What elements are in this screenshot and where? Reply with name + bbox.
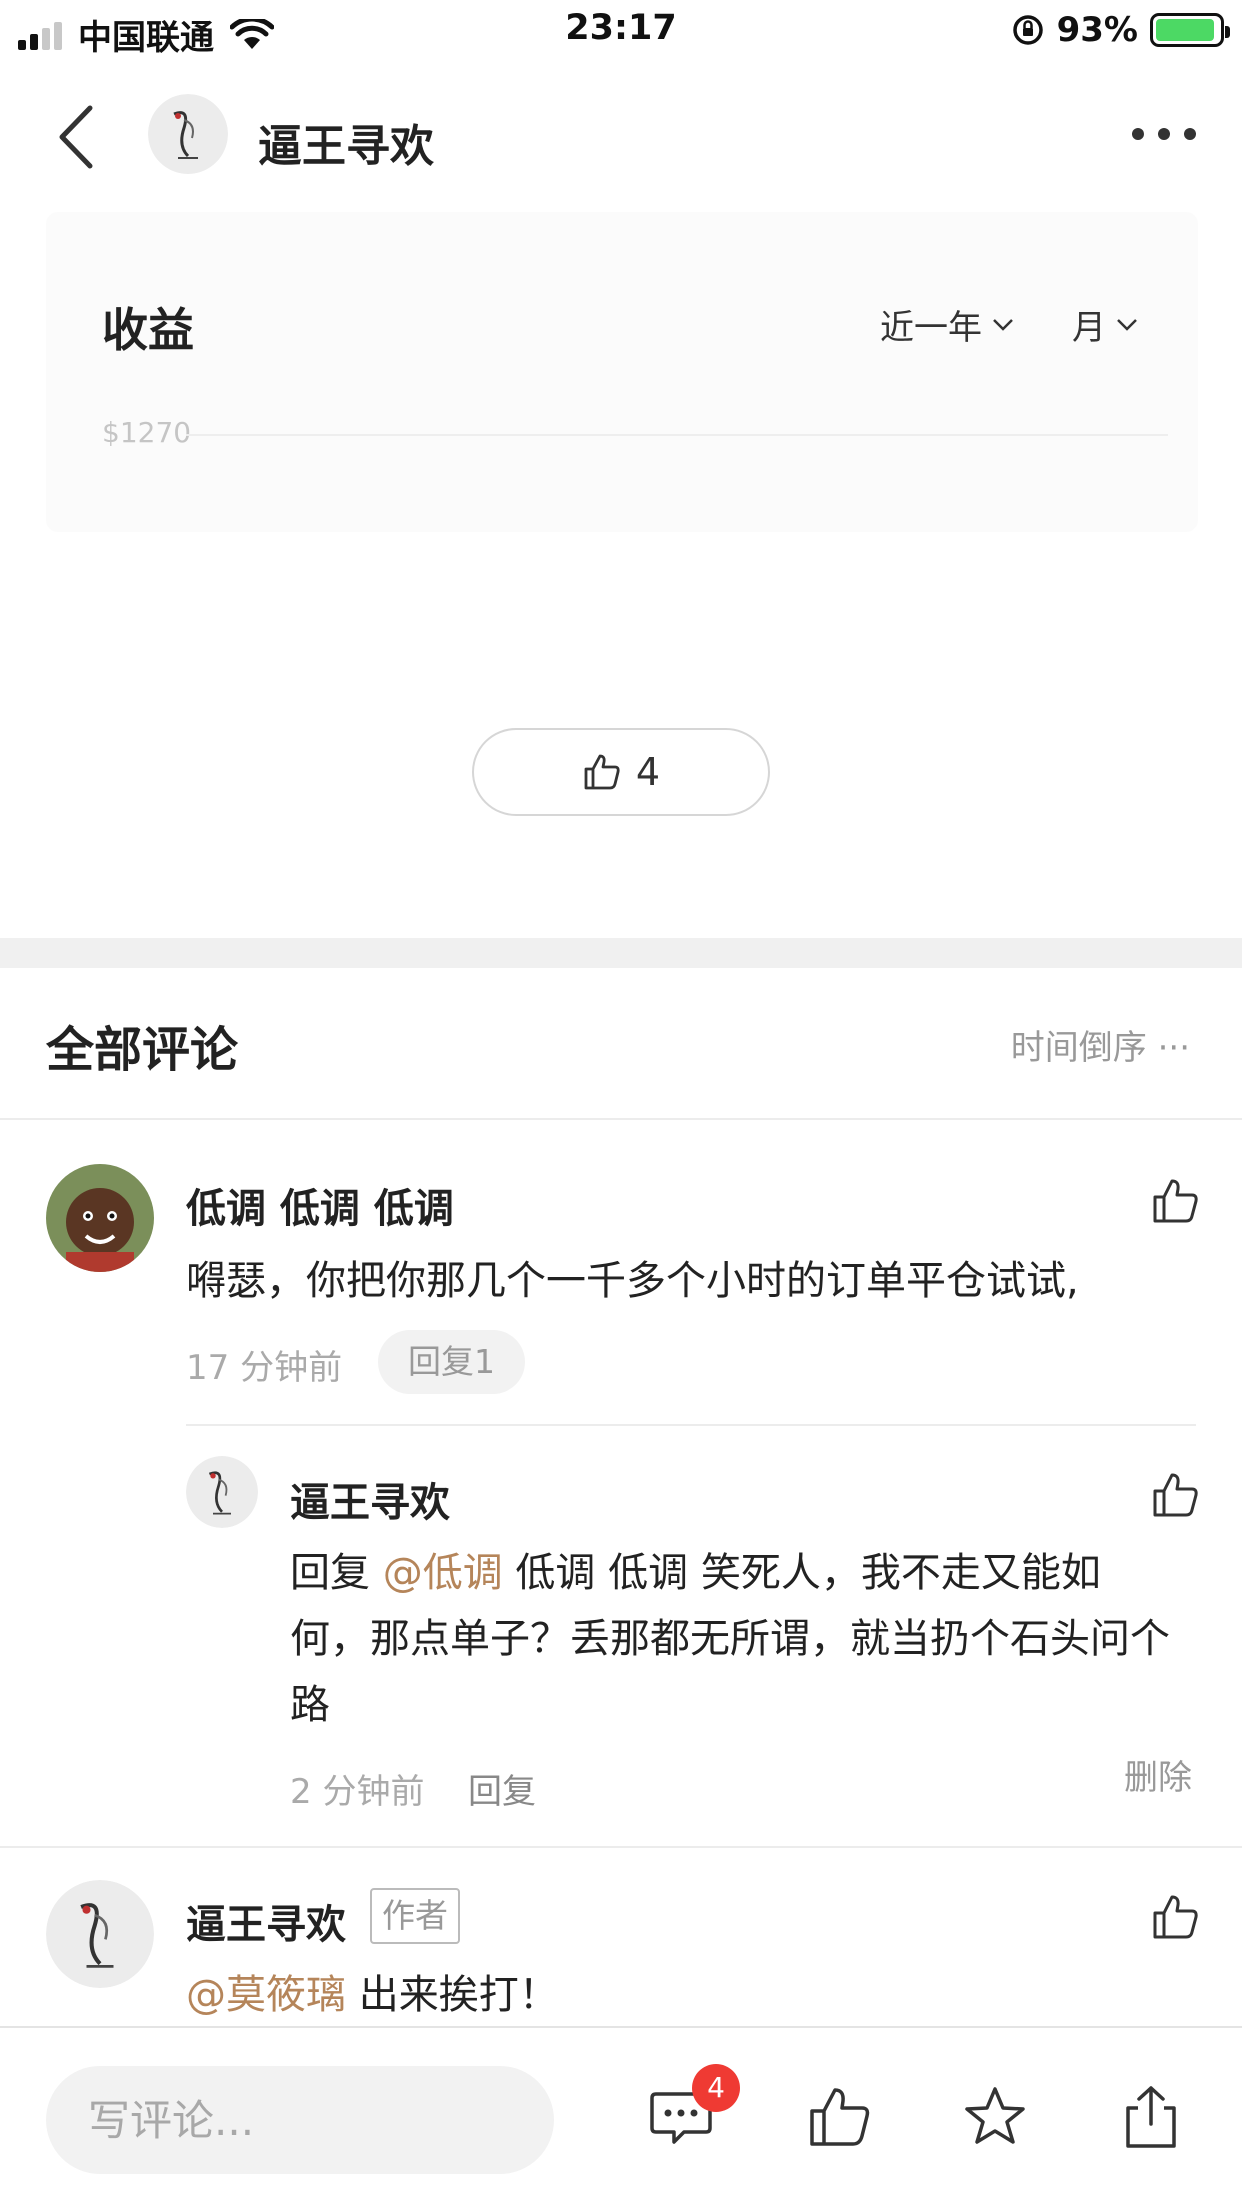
thumbs-up-icon[interactable] bbox=[1150, 1470, 1200, 1520]
comment-author[interactable]: 逼王寻欢 bbox=[290, 1470, 450, 1528]
more-button[interactable] bbox=[1132, 124, 1196, 144]
section-separator bbox=[0, 938, 1242, 968]
earnings-gridline bbox=[186, 434, 1168, 436]
comment-time: 17 分钟前 bbox=[186, 1348, 343, 1388]
sort-button[interactable]: 时间倒序 ··· bbox=[1011, 1020, 1190, 1069]
divider bbox=[0, 1118, 1242, 1120]
like-button[interactable]: 4 bbox=[472, 728, 770, 816]
mention-link[interactable]: @莫筱璃 bbox=[186, 1972, 346, 2018]
period-dropdown[interactable]: 月 bbox=[1072, 300, 1138, 349]
like-count: 4 bbox=[635, 750, 661, 794]
earnings-axis-label: $1270 bbox=[102, 416, 192, 449]
bottom-bar: 4 bbox=[0, 2026, 1242, 2208]
nav-bar: 逼王寻欢 bbox=[0, 70, 1242, 200]
avatar[interactable] bbox=[148, 94, 228, 174]
reply-prefix: 回复 bbox=[290, 1550, 383, 1596]
comment-text: @莫筱璃 出来挨打！ bbox=[186, 1962, 1146, 2028]
comment-time: 2 分钟前 bbox=[290, 1772, 425, 1812]
thumbs-up-icon[interactable] bbox=[1150, 1892, 1200, 1942]
divider bbox=[186, 1424, 1196, 1426]
more-dot bbox=[1184, 128, 1196, 140]
avatar-ink-painting bbox=[186, 1456, 258, 1528]
status-right: 93% bbox=[1011, 10, 1230, 50]
comment-input[interactable] bbox=[46, 2066, 554, 2174]
mention-link[interactable]: @低调 bbox=[383, 1550, 503, 1596]
avatar[interactable] bbox=[46, 1880, 154, 1988]
thumbs-up-icon[interactable] bbox=[1150, 1176, 1200, 1226]
comment-count-badge: 4 bbox=[692, 2064, 740, 2112]
more-dot bbox=[1158, 128, 1170, 140]
nav-title[interactable]: 逼王寻欢 bbox=[258, 110, 434, 174]
avatar-child-photo bbox=[46, 1164, 154, 1272]
thumbs-up-icon bbox=[584, 754, 620, 790]
thumbs-up-icon[interactable] bbox=[806, 2084, 872, 2150]
avatar-ink-painting bbox=[148, 94, 228, 174]
avatar[interactable] bbox=[46, 1164, 154, 1272]
status-bar: 中国联通 23:17 93% bbox=[0, 0, 1242, 60]
divider bbox=[0, 1846, 1242, 1848]
comment-author[interactable]: 低调 低调 低调 bbox=[186, 1176, 454, 1234]
star-icon[interactable] bbox=[962, 2084, 1028, 2150]
chevron-down-icon bbox=[1117, 318, 1137, 331]
delete-button[interactable]: 删除 bbox=[1124, 1750, 1192, 1799]
earnings-card: 收益 近一年 月 $1270 bbox=[46, 212, 1198, 532]
share-icon[interactable] bbox=[1118, 2084, 1184, 2150]
range-dropdown[interactable]: 近一年 bbox=[880, 300, 1014, 349]
comment-author[interactable]: 逼王寻欢 bbox=[186, 1892, 346, 1950]
back-button[interactable] bbox=[52, 100, 102, 174]
battery-percent: 93% bbox=[1056, 10, 1138, 50]
reply-count-button[interactable]: 回复1 bbox=[378, 1330, 525, 1394]
comment-text: 嘚瑟，你把你那几个一千多个小时的订单平仓试试, bbox=[186, 1258, 1079, 1304]
range-label: 近一年 bbox=[880, 308, 982, 348]
orientation-lock-icon bbox=[1012, 15, 1043, 45]
more-dot bbox=[1132, 128, 1144, 140]
comments-title: 全部评论 bbox=[46, 1022, 239, 1078]
reply-button[interactable]: 回复 bbox=[468, 1764, 536, 1813]
avatar[interactable] bbox=[186, 1456, 258, 1528]
battery-fill bbox=[1156, 19, 1214, 41]
chevron-down-icon bbox=[993, 318, 1013, 331]
battery-icon bbox=[1150, 13, 1230, 47]
earnings-title: 收益 bbox=[102, 303, 194, 357]
author-badge: 作者 bbox=[370, 1888, 460, 1944]
period-label: 月 bbox=[1072, 308, 1106, 348]
comment-body: 出来挨打！ bbox=[346, 1972, 559, 2018]
comment-text: 回复 @低调 低调 低调 笑死人，我不走又能如何，那点单子？丢那都无所谓，就当扔… bbox=[290, 1540, 1180, 1738]
avatar-ink-painting bbox=[46, 1880, 154, 1988]
